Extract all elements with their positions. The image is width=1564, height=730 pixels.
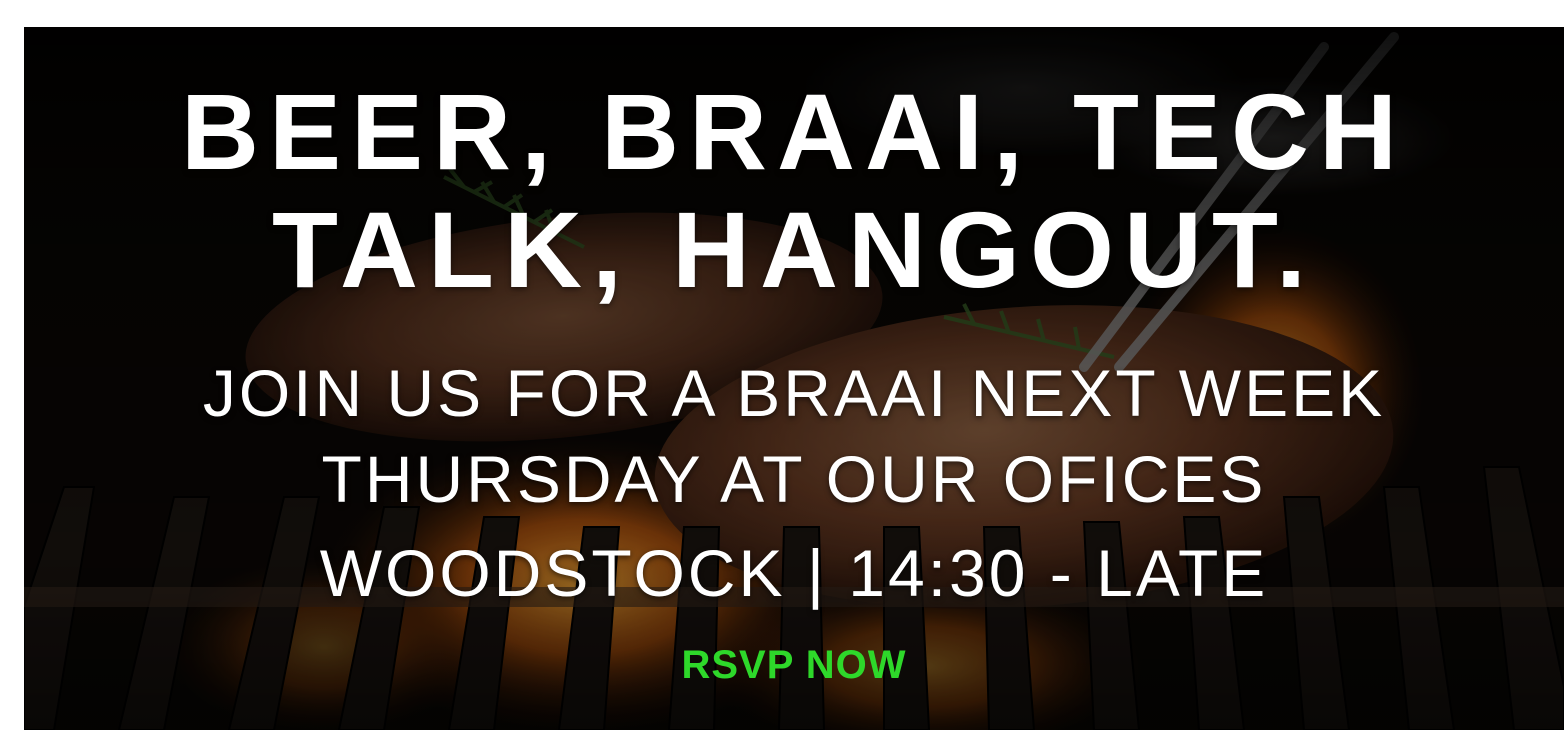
- event-details-line-3: WOODSTOCK | 14:30 - LATE: [319, 536, 1269, 610]
- headline-line-2: TALK, HANGOUT.: [272, 189, 1316, 310]
- event-banner: BEER, BRAAI, TECH TALK, HANGOUT. JOIN US…: [24, 27, 1564, 730]
- event-details-line-2: THURSDAY AT OUR OFICES: [321, 442, 1267, 516]
- headline-line-1: BEER, BRAAI, TECH: [180, 71, 1408, 192]
- rsvp-link[interactable]: RSVP NOW: [644, 639, 944, 691]
- event-details-line-1: JOIN US FOR A BRAAI NEXT WEEK: [202, 356, 1386, 430]
- banner-copy: BEER, BRAAI, TECH TALK, HANGOUT. JOIN US…: [24, 27, 1564, 730]
